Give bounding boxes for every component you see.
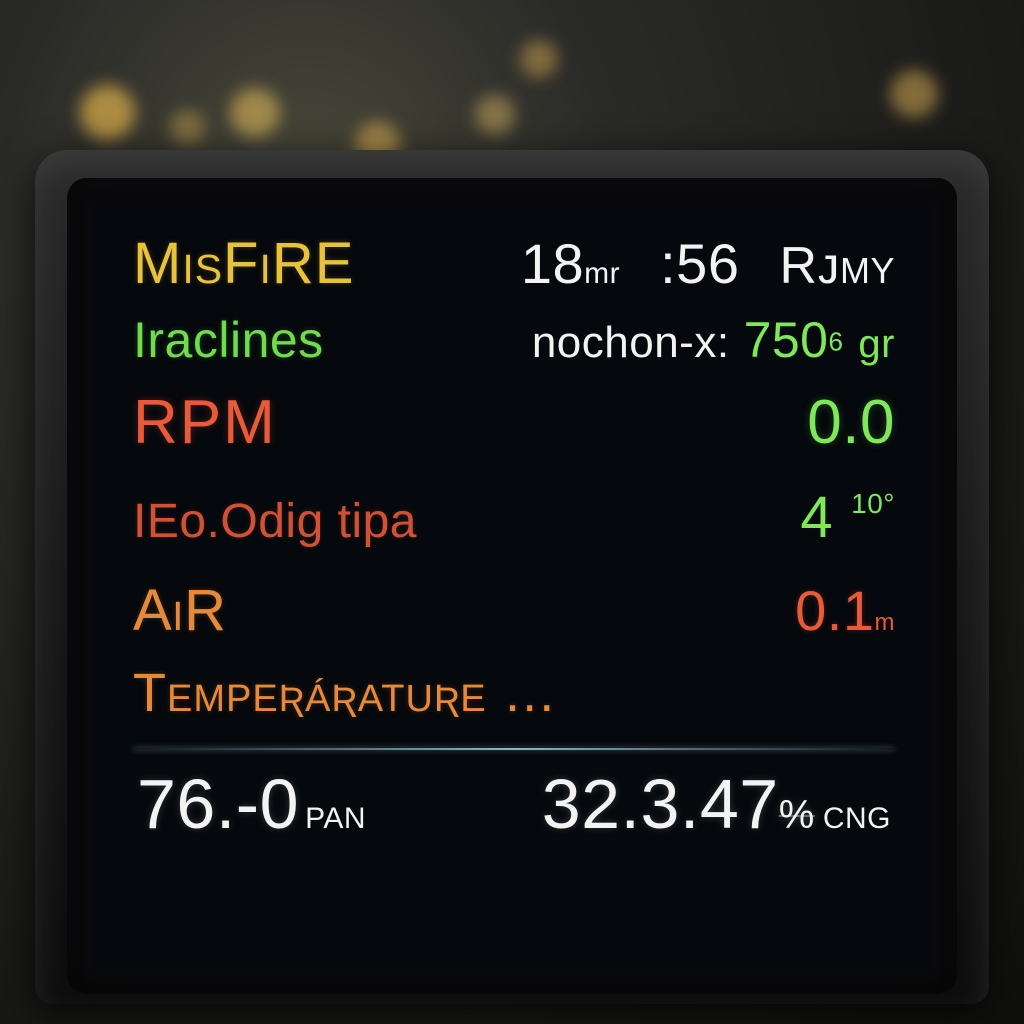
air-value: 0.1 [795,579,874,642]
iraclines-label: Iraclines [133,311,324,369]
rpm-label: RPM [133,387,277,458]
footer-right: 32.3.47%CNG [542,764,891,844]
divider-line [133,748,895,750]
misfire-label: MisFiRE [133,230,354,297]
dashboard-screen: MisFiRE 18mr :56 Rᴊmy Iraclines nochon-x… [93,202,931,970]
footer-left-unit: PAN [305,802,366,835]
footer-left-value: 76.-0 [137,765,299,843]
dashboard-bezel-inner: MisFiRE 18mr :56 Rᴊmy Iraclines nochon-x… [67,178,957,994]
footer-left: 76.-0PAN [137,764,366,844]
nochon-value: 750 [744,312,829,368]
header-row: MisFiRE 18mr :56 Rᴊmy [133,230,895,297]
footer-right-suffix: % [779,793,815,837]
background-bokeh-light [520,40,558,78]
rpm-value: 0.0 [807,387,895,458]
dashboard-bezel: MisFiRE 18mr :56 Rᴊmy Iraclines nochon-x… [35,150,989,1004]
nochon-unit: gr [858,322,895,366]
background-bokeh-light [80,85,135,140]
nochon-value-group: 7506 gr [744,311,895,369]
header-values: 18mr :56 Rᴊmy [521,231,895,296]
eoodig-label: IEo.Odig tipa [133,494,417,549]
header-label-right: Rᴊmy [779,236,895,296]
air-label: AiR [133,577,226,644]
temperature-label: Tempeʀáʀatuʀe … [133,662,558,724]
header-reading-1-value: 18 [521,232,584,295]
eoodig-values: 4 10° [800,484,895,551]
air-row: AiR 0.1m [133,577,895,644]
iraclines-values: nochon-x: 7506 gr [532,311,895,369]
header-reading-1: 18mr [521,231,620,296]
air-unit: m [875,609,896,636]
temperature-row: Tempeʀáʀatuʀe … [133,662,895,724]
footer-row: 76.-0PAN 32.3.47%CNG [133,764,895,844]
background-bokeh-light [890,70,938,118]
eoodig-value: 4 [800,484,833,551]
air-value-group: 0.1m [795,578,895,643]
background-bokeh-light [230,88,280,138]
eoodig-row: IEo.Odig tipa 4 10° [133,484,895,551]
background-bokeh-light [475,95,515,135]
eoodig-unit: 10° [851,488,895,520]
footer-right-unit: CNG [823,802,891,835]
rpm-row: RPM 0.0 [133,387,895,458]
background-bokeh-light [170,110,205,145]
footer-right-value: 32.3.47% [542,765,815,843]
nochon-label: nochon-x: [532,318,730,368]
header-reading-1-unit: mr [584,257,620,290]
header-reading-2: :56 [660,231,739,296]
iraclines-row: Iraclines nochon-x: 7506 gr [133,311,895,369]
nochon-value-sup: 6 [829,327,844,357]
